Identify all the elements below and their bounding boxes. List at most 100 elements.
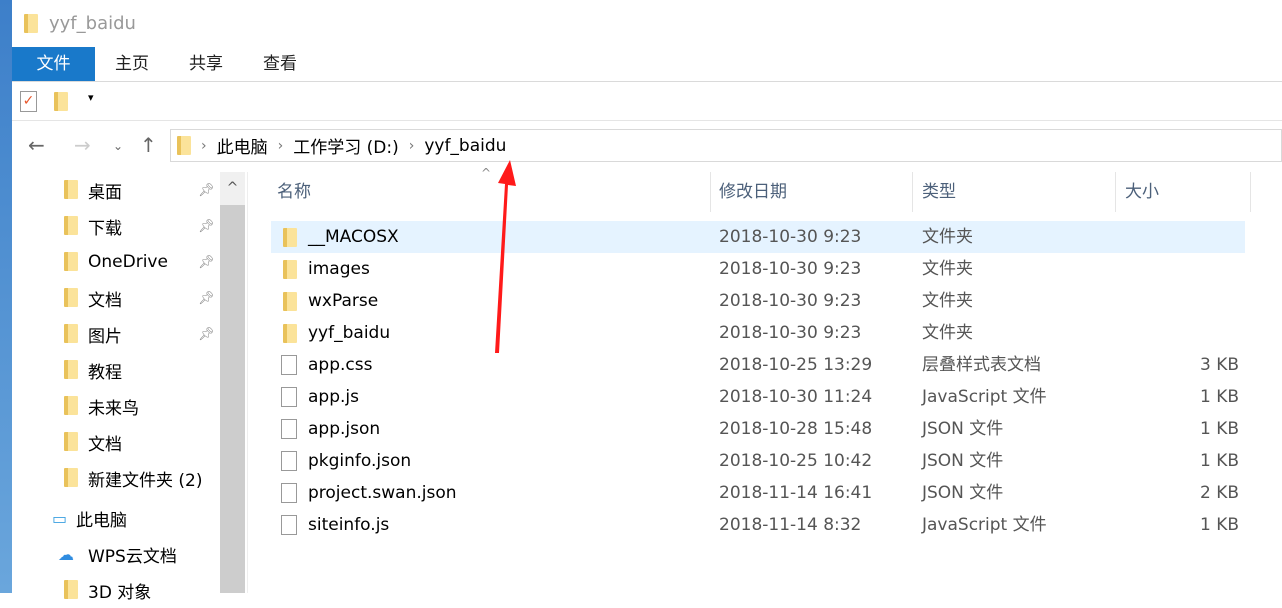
folder-icon [283, 324, 297, 343]
sidebar-item-label: 桌面 [88, 182, 122, 203]
column-header-date[interactable]: 修改日期 [719, 172, 787, 212]
documents-folder-icon [64, 288, 78, 307]
pin-icon[interactable]: 📌︎ [198, 255, 215, 270]
file-name: app.json [308, 419, 381, 439]
pin-icon[interactable]: 📌︎ [198, 291, 215, 306]
customize-toolbar-icon[interactable]: ▾ [88, 91, 94, 104]
sidebar-item[interactable]: ☁ WPS云文档 [12, 536, 220, 572]
file-size: 3 KB [1199, 355, 1239, 375]
sidebar-item[interactable]: 教程 [12, 352, 220, 388]
file-name: wxParse [308, 291, 379, 311]
explorer-window: yyf_baidu 文件 主页 共享 查看 ✓ ▾ ← → ⌄ ↑ › 此电脑 … [12, 0, 1282, 603]
pin-icon[interactable]: 📌︎ [198, 219, 215, 234]
sidebar-item-label: 未来鸟 [88, 398, 139, 419]
file-row[interactable]: images 2018-10-30 9:23 文件夹 [271, 253, 1245, 285]
sidebar-item[interactable]: 文档 [12, 424, 220, 460]
pin-icon[interactable]: 📌︎ [198, 183, 215, 198]
folder-icon [177, 136, 191, 155]
file-type: 文件夹 [922, 323, 973, 343]
sidebar-item-label: 图片 [88, 326, 122, 347]
chevron-right-icon[interactable]: › [201, 138, 207, 154]
file-date: 2018-11-14 8:32 [719, 515, 862, 535]
file-name: app.js [308, 387, 359, 407]
tab-home[interactable]: 主页 [95, 47, 169, 81]
sidebar-item[interactable]: ▭ 此电脑 [12, 500, 220, 536]
sidebar-item[interactable]: 3D 对象 [12, 572, 220, 608]
properties-icon[interactable]: ✓ [20, 91, 37, 112]
computer-icon: ▭ [52, 508, 68, 528]
sidebar-item[interactable]: 未来鸟 [12, 388, 220, 424]
file-icon [281, 387, 297, 407]
breadcrumb-drive-d[interactable]: 工作学习 (D:) [293, 133, 399, 158]
chevron-right-icon[interactable]: › [278, 138, 284, 154]
file-size: 1 KB [1199, 387, 1239, 407]
sort-ascending-icon: ^ [481, 166, 492, 180]
file-row[interactable]: project.swan.json 2018-11-14 16:41 JSON 文件… [271, 477, 1245, 509]
desktop-edge [0, 0, 12, 593]
column-divider[interactable] [1115, 172, 1116, 212]
sidebar-item[interactable]: 文档 📌︎ [12, 280, 220, 316]
column-divider[interactable] [912, 172, 913, 212]
file-row[interactable]: pkginfo.json 2018-10-25 10:42 JSON 文件 1 KB [271, 445, 1245, 477]
file-row[interactable]: app.css 2018-10-25 13:29 层叠样式表文档 3 KB [271, 349, 1245, 381]
breadcrumb-this-pc[interactable]: 此电脑 [217, 133, 268, 158]
file-row[interactable]: siteinfo.js 2018-11-14 8:32 JavaScript 文件 1… [271, 509, 1245, 541]
folder-folder-icon [64, 432, 78, 451]
sidebar-item-label: 新建文件夹 (2) [88, 470, 203, 491]
file-date: 2018-10-30 9:23 [719, 291, 862, 311]
sidebar-item-label: 教程 [88, 362, 122, 383]
column-header-name[interactable]: 名称 [277, 172, 311, 212]
breadcrumb-current[interactable]: yyf_baidu [424, 136, 506, 156]
file-icon [281, 451, 297, 471]
sidebar-item[interactable]: 图片 📌︎ [12, 316, 220, 352]
sidebar-item[interactable]: 桌面 📌︎ [12, 172, 220, 208]
address-bar[interactable]: › 此电脑 › 工作学习 (D:) › yyf_baidu [170, 129, 1282, 162]
folder-icon [283, 260, 297, 279]
column-header-type[interactable]: 类型 [922, 172, 956, 212]
file-row[interactable]: app.json 2018-10-28 15:48 JSON 文件 1 KB [271, 413, 1245, 445]
file-date: 2018-10-30 11:24 [719, 387, 873, 407]
pin-icon[interactable]: 📌︎ [198, 327, 215, 342]
sidebar-item[interactable]: 下载 📌︎ [12, 208, 220, 244]
tab-view[interactable]: 查看 [243, 47, 317, 81]
file-row[interactable]: wxParse 2018-10-30 9:23 文件夹 [271, 285, 1245, 317]
file-row[interactable]: app.js 2018-10-30 11:24 JavaScript 文件 1 KB [271, 381, 1245, 413]
new-folder-icon[interactable] [54, 92, 68, 111]
file-row[interactable]: __MACOSX 2018-10-30 9:23 文件夹 [271, 221, 1245, 253]
forward-icon[interactable]: → [74, 133, 91, 157]
file-name: yyf_baidu [308, 323, 391, 343]
column-divider[interactable] [710, 172, 711, 212]
up-icon[interactable]: ↑ [140, 133, 157, 157]
navigation-bar: ← → ⌄ ↑ › 此电脑 › 工作学习 (D:) › yyf_baidu [12, 121, 1282, 169]
desktop-folder-icon [64, 180, 78, 199]
tab-file[interactable]: 文件 [12, 47, 95, 81]
file-date: 2018-10-30 9:23 [719, 323, 862, 343]
folder-folder-icon [64, 580, 78, 599]
title-bar: yyf_baidu [12, 0, 1282, 47]
scroll-up-icon[interactable]: ^ [220, 172, 245, 205]
file-type: 文件夹 [922, 259, 973, 279]
sidebar-item-label: 文档 [88, 290, 122, 311]
back-icon[interactable]: ← [28, 133, 45, 157]
sidebar-item[interactable]: OneDrive 📌︎ [12, 244, 220, 280]
file-name: images [308, 259, 370, 279]
file-date: 2018-10-30 9:23 [719, 259, 862, 279]
column-divider[interactable] [1250, 172, 1251, 212]
chevron-right-icon[interactable]: › [409, 138, 415, 154]
recent-chevron-icon[interactable]: ⌄ [113, 139, 123, 153]
tab-share[interactable]: 共享 [169, 47, 243, 81]
file-name: app.css [308, 355, 373, 375]
column-header-size[interactable]: 大小 [1125, 172, 1159, 212]
download-folder-icon [64, 216, 78, 235]
file-date: 2018-10-25 13:29 [719, 355, 873, 375]
file-date: 2018-10-25 10:42 [719, 451, 873, 471]
file-row[interactable]: yyf_baidu 2018-10-30 9:23 文件夹 [271, 317, 1245, 349]
sidebar-item[interactable]: 新建文件夹 (2) [12, 460, 220, 496]
file-date: 2018-10-28 15:48 [719, 419, 873, 439]
file-size: 1 KB [1199, 451, 1239, 471]
folder-folder-icon [64, 360, 78, 379]
folder-icon [24, 14, 38, 33]
file-type: JSON 文件 [922, 419, 1004, 439]
pane-divider[interactable] [247, 172, 248, 593]
navigation-scrollbar[interactable]: ^ [220, 172, 245, 593]
